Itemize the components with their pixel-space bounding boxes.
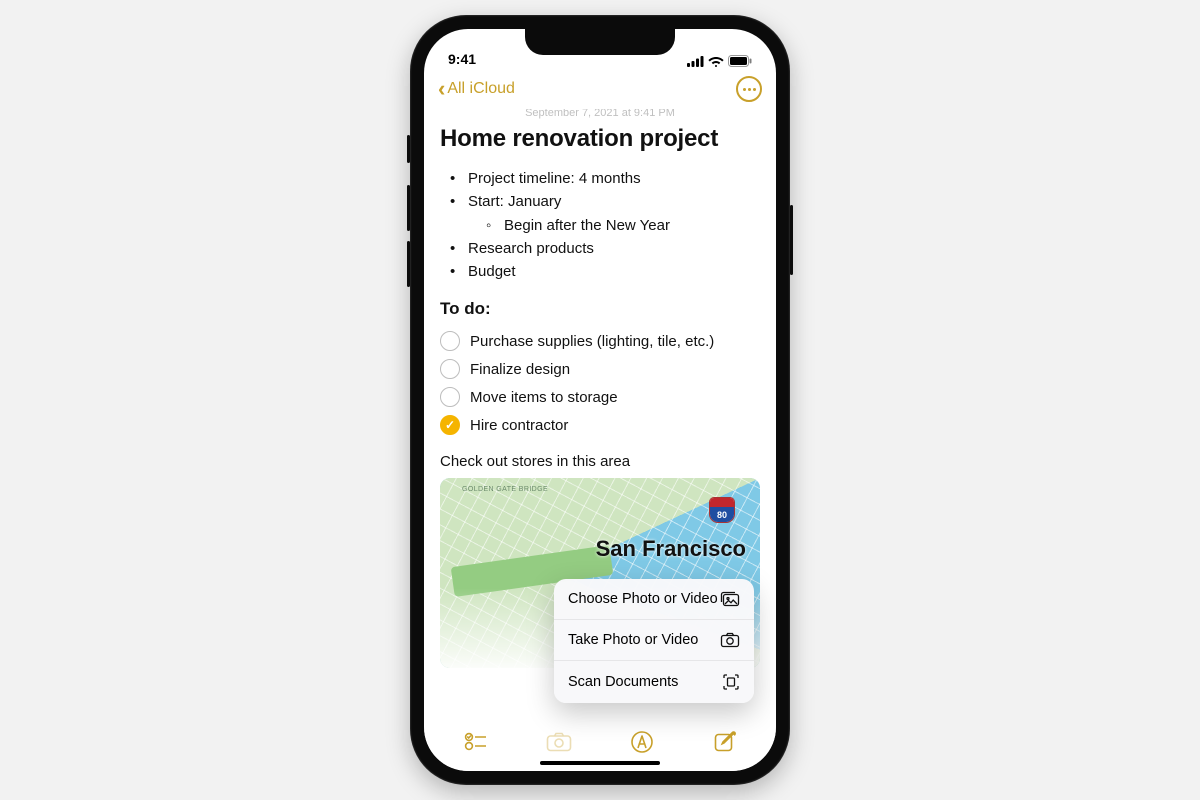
markup-icon bbox=[630, 730, 654, 754]
battery-icon bbox=[728, 55, 752, 67]
checklist-item[interactable]: Purchase supplies (lighting, tile, etc.) bbox=[440, 327, 760, 355]
checklist-item[interactable]: Move items to storage bbox=[440, 383, 760, 411]
silence-switch bbox=[407, 135, 410, 163]
volume-up-button bbox=[407, 185, 410, 231]
screen: 9:41 ‹ All iCloud September 7, 2021 at 9… bbox=[424, 29, 776, 771]
status-right bbox=[687, 55, 752, 67]
camera-icon bbox=[720, 632, 740, 648]
checklist-icon bbox=[464, 732, 488, 752]
map-bridge-label: GOLDEN GATE BRIDGE bbox=[462, 486, 548, 493]
more-button[interactable] bbox=[736, 76, 762, 102]
volume-down-button bbox=[407, 241, 410, 287]
checklist-item[interactable]: Hire contractor bbox=[440, 411, 760, 439]
menu-label: Choose Photo or Video bbox=[568, 591, 718, 607]
ellipsis-icon bbox=[743, 88, 756, 91]
checklist-item[interactable]: Finalize design bbox=[440, 355, 760, 383]
menu-label: Scan Documents bbox=[568, 674, 678, 690]
camera-button[interactable] bbox=[539, 722, 579, 762]
chevron-left-icon: ‹ bbox=[438, 78, 445, 100]
checkbox-unchecked-icon[interactable] bbox=[440, 331, 460, 351]
menu-take-photo[interactable]: Take Photo or Video bbox=[554, 619, 754, 660]
bullet-list[interactable]: Project timeline: 4 months Start: Januar… bbox=[450, 167, 760, 283]
checklist-text[interactable]: Finalize design bbox=[470, 361, 570, 378]
list-item[interactable]: Research products bbox=[450, 237, 760, 260]
phone-frame: 9:41 ‹ All iCloud September 7, 2021 at 9… bbox=[410, 15, 790, 785]
list-item[interactable]: Project timeline: 4 months bbox=[450, 167, 760, 190]
scan-icon bbox=[722, 673, 740, 691]
list-item[interactable]: Start: January Begin after the New Year bbox=[450, 190, 760, 237]
cellular-icon bbox=[687, 56, 704, 67]
map-city-label: San Francisco bbox=[596, 536, 746, 562]
checkbox-unchecked-icon[interactable] bbox=[440, 387, 460, 407]
checklist-text[interactable]: Purchase supplies (lighting, tile, etc.) bbox=[470, 333, 714, 350]
checklist-text[interactable]: Move items to storage bbox=[470, 389, 618, 406]
camera-icon bbox=[546, 732, 572, 752]
todo-heading[interactable]: To do: bbox=[440, 299, 760, 319]
notch bbox=[525, 29, 675, 55]
status-time: 9:41 bbox=[448, 51, 476, 67]
power-button bbox=[790, 205, 793, 275]
markup-button[interactable] bbox=[622, 722, 662, 762]
compose-icon bbox=[713, 730, 737, 754]
checklist-text[interactable]: Hire contractor bbox=[470, 417, 568, 434]
compose-button[interactable] bbox=[705, 722, 745, 762]
list-item[interactable]: Budget bbox=[450, 260, 760, 283]
sub-list[interactable]: Begin after the New Year bbox=[486, 214, 760, 237]
note-title[interactable]: Home renovation project bbox=[440, 125, 760, 153]
back-label: All iCloud bbox=[447, 80, 515, 98]
checkbox-checked-icon[interactable] bbox=[440, 415, 460, 435]
paragraph[interactable]: Check out stores in this area bbox=[440, 453, 760, 470]
home-indicator[interactable] bbox=[540, 761, 660, 765]
wifi-icon bbox=[708, 55, 724, 67]
menu-scan-documents[interactable]: Scan Documents bbox=[554, 660, 754, 703]
back-button[interactable]: ‹ All iCloud bbox=[438, 78, 515, 100]
nav-bar: ‹ All iCloud bbox=[424, 69, 776, 109]
checklist-button[interactable] bbox=[456, 722, 496, 762]
photo-library-icon bbox=[720, 591, 740, 607]
menu-choose-photo[interactable]: Choose Photo or Video bbox=[554, 579, 754, 619]
checklist[interactable]: Purchase supplies (lighting, tile, etc.)… bbox=[440, 327, 760, 439]
list-item[interactable]: Begin after the New Year bbox=[486, 214, 760, 237]
note-timestamp: September 7, 2021 at 9:41 PM bbox=[440, 109, 760, 119]
list-item-text: Start: January bbox=[468, 193, 561, 210]
attachment-menu: Choose Photo or Video Take Photo or Vide… bbox=[554, 579, 754, 703]
menu-label: Take Photo or Video bbox=[568, 632, 698, 648]
interstate-shield-icon: 80 bbox=[710, 498, 734, 522]
checkbox-unchecked-icon[interactable] bbox=[440, 359, 460, 379]
